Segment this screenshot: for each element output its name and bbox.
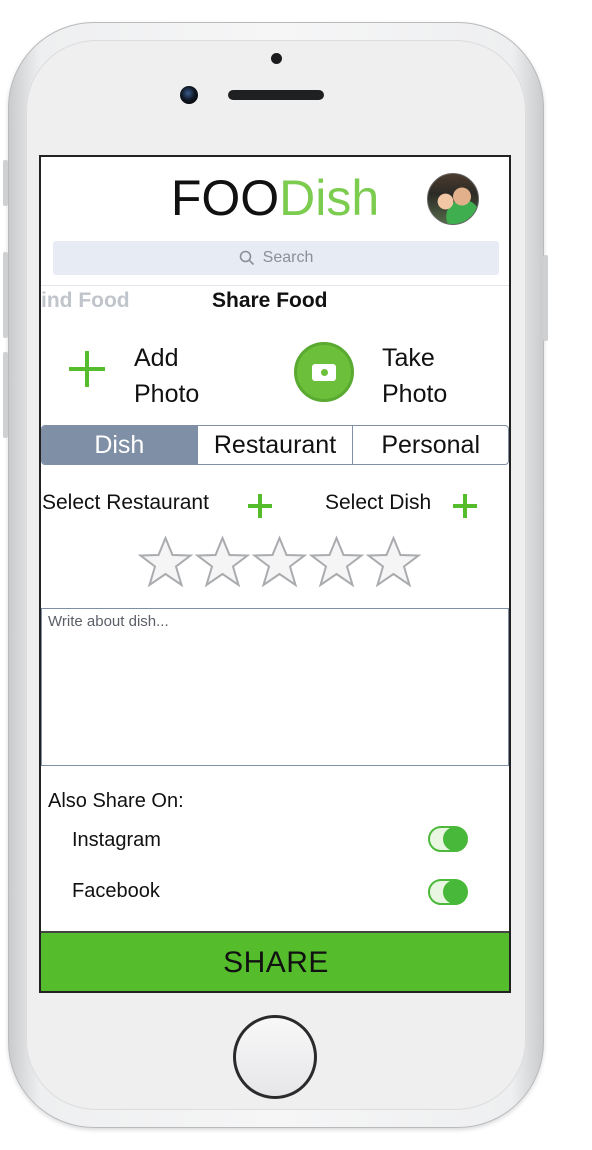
share-button[interactable]: SHARE [41,931,509,991]
segment-restaurant[interactable]: Restaurant [198,426,354,464]
star-icon-2[interactable] [194,535,251,589]
tab-share-food[interactable]: Share Food [212,289,328,313]
side-button-mute [3,160,8,206]
select-restaurant-plus-icon[interactable] [247,493,273,519]
facebook-toggle[interactable] [428,879,468,905]
instagram-label: Instagram [72,829,161,851]
tab-find-food[interactable]: ind Food [41,289,130,313]
instagram-toggle[interactable] [428,826,468,852]
proximity-sensor [271,53,282,64]
search-icon [239,250,254,266]
logo-part-foo: FOO [170,170,280,226]
review-textarea[interactable]: Write about dish... [41,608,509,766]
review-placeholder: Write about dish... [48,613,169,630]
category-segmented-control: Dish Restaurant Personal [41,425,509,465]
side-button-volume-down [3,352,8,438]
segment-dish[interactable]: Dish [42,426,198,464]
add-photo-plus-icon[interactable] [67,349,107,389]
home-button[interactable] [233,1015,317,1099]
star-icon-4[interactable] [308,535,365,589]
also-share-heading: Also Share On: [48,790,184,812]
select-dish-plus-icon[interactable] [452,493,478,519]
facebook-label: Facebook [72,880,160,902]
toggle-knob [443,827,467,851]
front-camera [180,86,198,104]
earpiece-speaker [228,90,324,100]
add-photo-label[interactable]: Add Photo [134,340,244,412]
toggle-knob [443,880,467,904]
star-icon-1[interactable] [137,535,194,589]
side-button-volume-up [3,252,8,338]
star-rating [137,535,422,589]
camera-lens-icon [319,367,330,378]
divider [41,285,509,286]
side-button-power [543,255,548,341]
select-restaurant-label[interactable]: Select Restaurant [42,491,209,515]
take-photo-button[interactable] [294,342,354,402]
star-icon-3[interactable] [251,535,308,589]
app-screen: FOODish Search ind Food Share Food Add P… [39,155,511,993]
user-avatar[interactable] [427,173,479,225]
search-placeholder: Search [262,249,314,266]
search-bar[interactable]: Search [53,241,499,275]
logo-part-dish: Dish [279,170,380,226]
take-photo-label[interactable]: Take Photo [382,340,492,412]
star-icon-5[interactable] [365,535,422,589]
segment-personal[interactable]: Personal [353,426,508,464]
select-dish-label[interactable]: Select Dish [325,491,431,515]
